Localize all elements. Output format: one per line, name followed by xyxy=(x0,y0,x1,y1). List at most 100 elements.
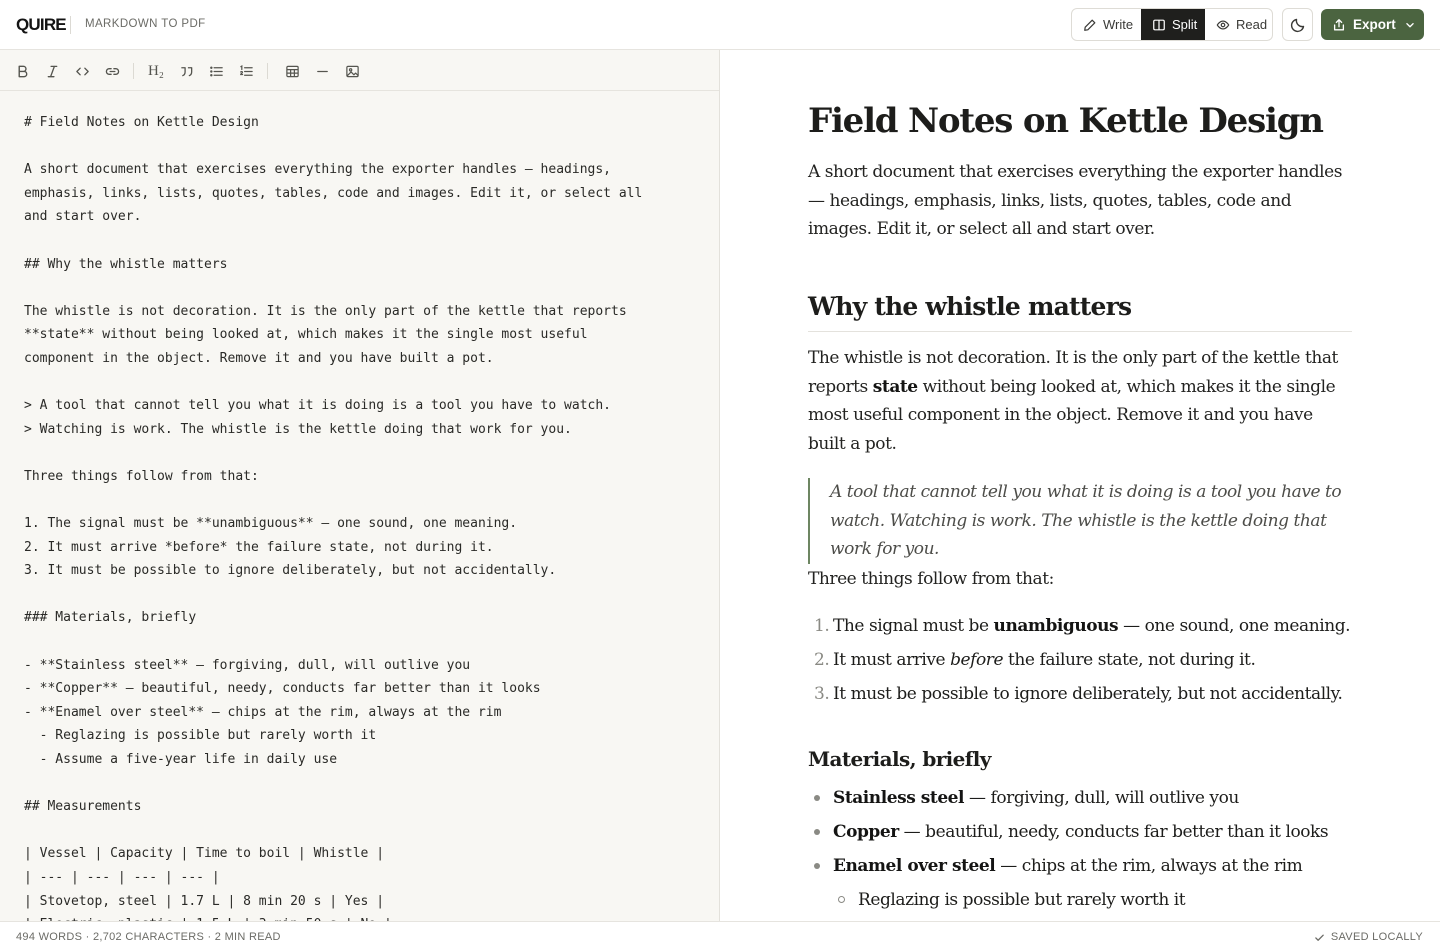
bold-button[interactable] xyxy=(12,61,32,81)
list-term: Stainless steel xyxy=(833,788,965,808)
bullet-list-button[interactable] xyxy=(206,61,226,81)
source-line: | Electric, plastic | 1.5 L | 3 min 50 s… xyxy=(24,913,704,921)
image-icon xyxy=(345,65,359,77)
status-bar: 494 WORDS · 2,702 CHARACTERS · 2 MIN REA… xyxy=(0,921,1440,950)
list-text: — chips at the rim, always at the rim xyxy=(995,856,1303,876)
numbered-list-icon xyxy=(239,64,253,76)
source-line: - **Enamel over steel** — chips at the r… xyxy=(24,704,502,720)
link-icon xyxy=(105,67,119,75)
source-line: A short document that exercises everythi… xyxy=(24,162,611,178)
preview-bold-state: state xyxy=(872,376,918,397)
source-line: emphasis, links, lists, quotes, tables, … xyxy=(24,185,643,201)
numbered-list-item: 1. The signal must be unambiguous — one s… xyxy=(808,609,1352,643)
source-line: 2. It must arrive *before* the failure s… xyxy=(24,539,494,555)
list-number: 2. xyxy=(814,650,830,670)
source-line: | Vessel | Capacity | Time to boil | Whi… xyxy=(24,846,385,862)
toolbar-divider xyxy=(267,63,268,79)
code-icon xyxy=(75,67,89,75)
list-text: It must arrive xyxy=(833,650,951,670)
list-text: — beautiful, needy, conducts far better … xyxy=(898,822,1329,842)
source-line xyxy=(24,276,704,300)
preview-numbered-list: 1. The signal must be unambiguous — one s… xyxy=(808,609,1352,711)
source-line: component in the object. Remove it and y… xyxy=(24,350,494,366)
list-term: Enamel over steel xyxy=(833,856,996,876)
table-button[interactable] xyxy=(282,61,302,81)
read-mode-button[interactable]: Read xyxy=(1205,9,1272,40)
pencil-icon xyxy=(1084,19,1096,31)
source-line: **state** without being looked at, which… xyxy=(24,327,588,343)
preview-heading-materials: Materials, briefly xyxy=(808,747,991,771)
app-header: QUIRE MARKDOWN TO PDF Write Split Read E… xyxy=(0,0,1440,50)
code-button[interactable] xyxy=(72,61,92,81)
source-line xyxy=(24,441,704,465)
list-bullet xyxy=(814,829,820,835)
chevron-down-icon xyxy=(1406,22,1414,27)
heading-button[interactable]: H₂ xyxy=(146,61,166,81)
save-status: SAVED LOCALLY xyxy=(1314,931,1423,943)
preview-intro-paragraph: A short document that exercises everythi… xyxy=(808,162,1343,239)
markdown-source-textarea[interactable]: # Field Notes on Kettle Design A short do… xyxy=(24,111,704,921)
list-text: Reglazing is possible but rarely worth i… xyxy=(858,890,1186,910)
moon-icon xyxy=(1290,18,1304,32)
theme-toggle-button[interactable] xyxy=(1282,8,1313,41)
save-status-label: SAVED LOCALLY xyxy=(1330,931,1423,943)
italic-icon xyxy=(47,65,57,77)
quote-button[interactable] xyxy=(176,61,196,81)
preview-bullet-list: Stainless steel — forgiving, dull, will … xyxy=(808,781,1352,917)
table-icon xyxy=(285,65,299,77)
list-bullet xyxy=(814,863,820,869)
numbered-list-button[interactable] xyxy=(236,61,256,81)
heading-icon: H₂ xyxy=(147,62,165,79)
source-line xyxy=(24,229,704,253)
header-divider xyxy=(70,16,71,34)
list-text: the failure state, not during it. xyxy=(1003,650,1256,670)
export-icon xyxy=(1333,18,1345,30)
source-line: - Assume a five-year life in daily use xyxy=(24,752,338,768)
source-line: 1. The signal must be **unambiguous** — … xyxy=(24,516,518,532)
link-button[interactable] xyxy=(102,61,122,81)
write-mode-label: Write xyxy=(1103,17,1134,32)
markdown-editor-pane: H₂ # Field Notes on Kettle Design A short… xyxy=(0,50,720,921)
split-mode-button[interactable]: Split xyxy=(1141,9,1205,40)
source-line: | Stovetop, steel | 1.7 L | 8 min 20 s |… xyxy=(24,893,385,909)
bold-icon xyxy=(18,65,27,77)
horizontal-rule-button[interactable] xyxy=(312,61,332,81)
source-line: and start over. xyxy=(24,209,142,225)
source-line xyxy=(24,489,704,513)
image-button[interactable] xyxy=(342,61,362,81)
preview-blockquote: A tool that cannot tell you what it is d… xyxy=(808,478,1352,564)
read-mode-label: Read xyxy=(1236,17,1268,32)
split-columns-icon xyxy=(1153,19,1165,30)
italic-button[interactable] xyxy=(42,61,62,81)
export-button[interactable]: Export xyxy=(1321,9,1424,40)
list-text: unambiguous xyxy=(993,616,1119,636)
source-line: - **Copper** — beautiful, needy, conduct… xyxy=(24,681,541,697)
app-logo: QUIRE xyxy=(16,15,67,34)
eye-icon xyxy=(1216,19,1230,30)
source-line xyxy=(24,772,704,796)
source-line xyxy=(24,819,704,843)
preview-title: Field Notes on Kettle Design xyxy=(808,101,1324,141)
rendered-preview-pane: Field Notes on Kettle Design A short doc… xyxy=(720,50,1440,921)
list-term: Copper xyxy=(833,822,899,842)
source-line: - Reglazing is possible but rarely worth… xyxy=(24,728,377,744)
list-bullet xyxy=(814,795,820,801)
bullet-list-item: Copper — beautiful, needy, conducts far … xyxy=(808,815,1352,849)
toolbar-divider xyxy=(133,63,134,79)
source-line: ## Why the whistle matters xyxy=(24,256,228,272)
list-text: — one sound, one meaning. xyxy=(1118,616,1351,636)
view-mode-switcher: Write Split Read xyxy=(1071,8,1273,41)
list-text: It must be possible to ignore deliberate… xyxy=(833,684,1343,704)
write-mode-button[interactable]: Write xyxy=(1072,9,1141,40)
formatting-toolbar: H₂ xyxy=(0,50,719,91)
list-text: — forgiving, dull, will outlive you xyxy=(964,788,1239,808)
quote-icon xyxy=(180,66,192,76)
source-line: 3. It must be possible to ignore deliber… xyxy=(24,563,557,579)
source-line: ## Measurements xyxy=(24,799,142,815)
bullet-list-item: Enamel over steel — chips at the rim, al… xyxy=(808,849,1352,883)
bullet-list-item: Stainless steel — forgiving, dull, will … xyxy=(808,781,1352,815)
source-line: # Field Notes on Kettle Design xyxy=(24,115,259,130)
source-line: Three things follow from that: xyxy=(24,468,259,484)
source-line xyxy=(24,630,704,654)
numbered-list-item: 2. It must arrive before the failure stat… xyxy=(808,643,1352,677)
